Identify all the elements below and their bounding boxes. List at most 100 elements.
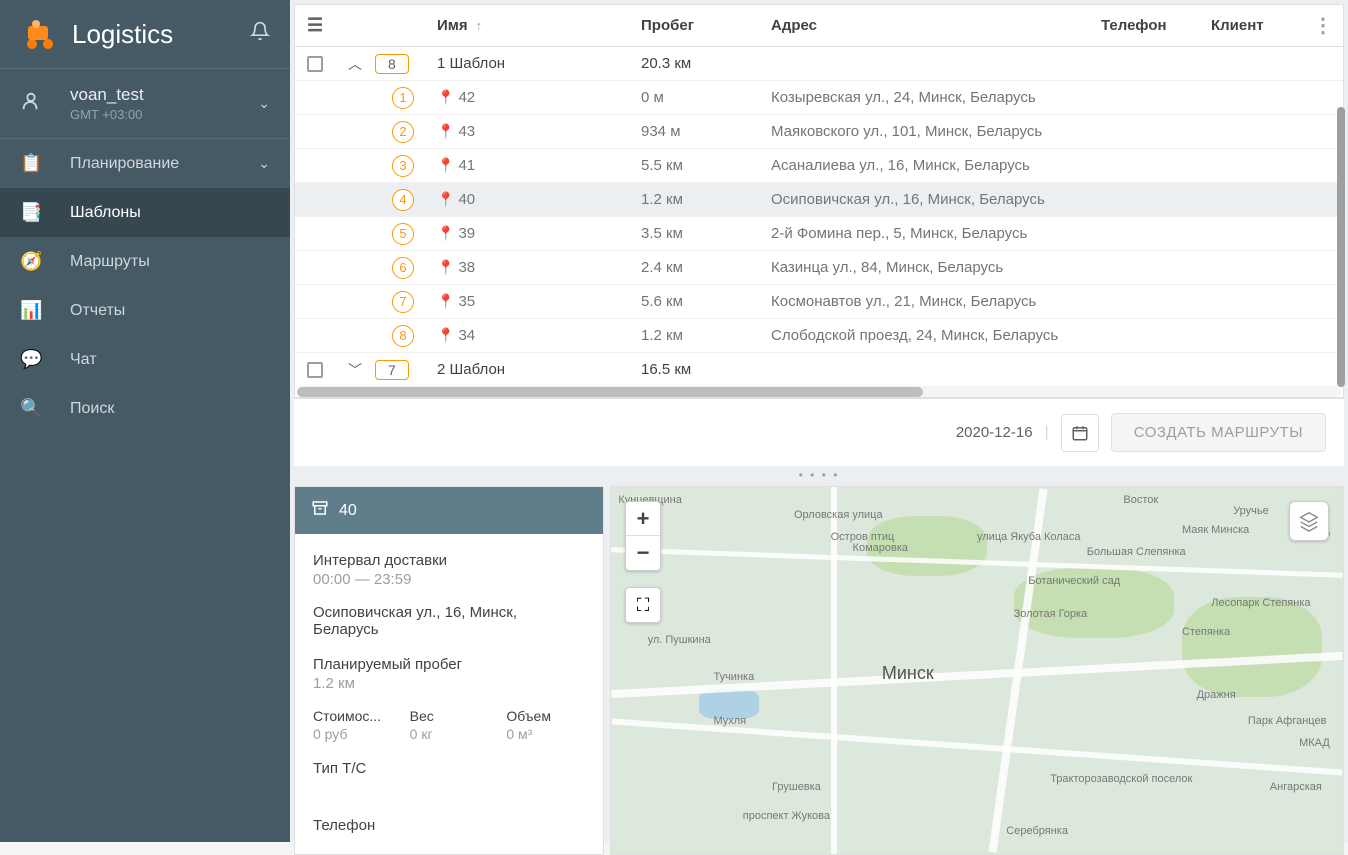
row-address: Асаналиева ул., 16, Минск, Беларусь — [771, 157, 1101, 174]
map-label: Серебрянка — [1006, 825, 1068, 837]
row-name: 📍41 — [431, 157, 641, 174]
row-name: 📍42 — [431, 89, 641, 106]
sidebar: Logistics voan_test GMT +03:00 ⌄ 📋 Плани… — [0, 0, 290, 842]
step-badge: 8 — [392, 325, 414, 347]
chevron-up-icon[interactable]: ︿ — [348, 56, 362, 72]
map-label: Парк Афганцев — [1248, 715, 1327, 727]
row-mileage: 3.5 км — [641, 225, 771, 242]
step-badge: 1 — [392, 87, 414, 109]
row-name: 📍43 — [431, 123, 641, 140]
weight-value: 0 кг — [410, 726, 489, 742]
map-label: Степянка — [1182, 626, 1230, 638]
header-name[interactable]: Имя↑ — [431, 17, 641, 34]
notifications-icon[interactable] — [250, 21, 270, 47]
volume-value: 0 м³ — [506, 726, 585, 742]
nav-templates[interactable]: 📑 Шаблоны — [0, 188, 290, 237]
pin-icon: 📍 — [437, 327, 454, 343]
table-row[interactable]: 3📍415.5 кмАсаналиева ул., 16, Минск, Бел… — [295, 149, 1343, 183]
checkbox[interactable] — [307, 56, 323, 72]
table-row[interactable]: 1📍420 мКозыревская ул., 24, Минск, Белар… — [295, 81, 1343, 115]
row-mileage: 934 м — [641, 123, 771, 140]
row-mileage: 5.5 км — [641, 157, 771, 174]
table-row[interactable]: 4📍401.2 кмОсиповичская ул., 16, Минск, Б… — [295, 183, 1343, 217]
table-row[interactable]: 5📍393.5 км2-й Фомина пер., 5, Минск, Бел… — [295, 217, 1343, 251]
pin-icon: 📍 — [437, 293, 454, 309]
header-address[interactable]: Адрес — [771, 17, 1101, 34]
step-badge: 5 — [392, 223, 414, 245]
group-row[interactable]: ︿81 Шаблон20.3 км — [295, 47, 1343, 81]
map-label: Ботанический сад — [1028, 575, 1120, 587]
table-row[interactable]: 7📍355.6 кмКосмонавтов ул., 21, Минск, Бе… — [295, 285, 1343, 319]
group-row[interactable]: ﹀72 Шаблон16.5 км — [295, 353, 1343, 387]
resize-grip[interactable]: • • • • — [290, 468, 1348, 482]
app-logo-icon — [20, 16, 56, 52]
table-row[interactable]: 8📍341.2 кмСлободской проезд, 24, Минск, … — [295, 319, 1343, 353]
chevron-down-icon[interactable]: ﹀ — [348, 362, 362, 378]
horizontal-scrollbar[interactable] — [297, 387, 1341, 397]
more-icon[interactable]: ⋮ — [1303, 13, 1343, 38]
map-label: МКАД — [1299, 737, 1330, 749]
create-routes-button[interactable]: СОЗДАТЬ МАРШРУТЫ — [1111, 413, 1326, 452]
cost-value: 0 руб — [313, 726, 392, 742]
count-badge: 8 — [375, 54, 409, 74]
map-label: проспект Жукова — [743, 810, 830, 822]
route-icon: 🧭 — [20, 251, 52, 272]
chevron-down-icon: ⌄ — [258, 155, 270, 172]
user-block[interactable]: voan_test GMT +03:00 ⌄ — [0, 68, 290, 139]
pin-icon: 📍 — [437, 157, 454, 173]
layers-button[interactable] — [1289, 501, 1329, 541]
map[interactable]: Минск КунцевщинаОрловская улицаКомаровка… — [610, 486, 1344, 855]
list-icon[interactable]: ☰ — [295, 15, 335, 36]
header-phone[interactable]: Телефон — [1101, 17, 1211, 34]
step-badge: 4 — [392, 189, 414, 211]
group-mileage: 20.3 км — [641, 55, 771, 72]
map-label: улица Якуба Коласа — [977, 531, 1080, 543]
row-address: Козыревская ул., 24, Минск, Беларусь — [771, 89, 1101, 106]
row-address: Маяковского ул., 101, Минск, Беларусь — [771, 123, 1101, 140]
sort-asc-icon: ↑ — [476, 18, 483, 33]
nav: 📋 Планирование ⌄ 📑 Шаблоны 🧭 Маршруты 📊 … — [0, 139, 290, 433]
table-header: ☰ Имя↑ Пробег Адрес Телефон Клиент ⋮ — [295, 5, 1343, 47]
vehicle-label: Тип Т/С — [313, 760, 585, 777]
nav-planning[interactable]: 📋 Планирование ⌄ — [0, 139, 290, 188]
map-label: Грушевка — [772, 781, 821, 793]
nav-search[interactable]: 🔍 Поиск — [0, 384, 290, 433]
calendar-button[interactable] — [1061, 414, 1099, 452]
detail-address: Осиповичская ул., 16, Минск, Беларусь — [313, 604, 585, 638]
map-label: Восток — [1123, 494, 1158, 506]
zoom-control: + − — [625, 501, 661, 571]
map-label: Тракторозаводской поселок — [1050, 773, 1192, 785]
cost-label: Стоимос... — [313, 708, 392, 724]
nav-chat[interactable]: 💬 Чат — [0, 335, 290, 384]
row-mileage: 5.6 км — [641, 293, 771, 310]
zoom-out-button[interactable]: − — [626, 536, 660, 570]
chat-icon: 💬 — [20, 349, 52, 370]
chevron-down-icon: ⌄ — [258, 95, 270, 112]
group-mileage: 16.5 км — [641, 361, 771, 378]
weight-label: Вес — [410, 708, 489, 724]
map-label: Лесопарк Степянка — [1211, 597, 1310, 609]
group-name: 2 Шаблон — [431, 361, 641, 378]
nav-reports[interactable]: 📊 Отчеты — [0, 286, 290, 335]
zoom-in-button[interactable]: + — [626, 502, 660, 536]
bottom-panels: 40 Интервал доставки 00:00 — 23:59 Осипо… — [294, 486, 1344, 855]
nav-routes[interactable]: 🧭 Маршруты — [0, 237, 290, 286]
pin-icon: 📍 — [437, 123, 454, 139]
row-address: Осиповичская ул., 16, Минск, Беларусь — [771, 191, 1101, 208]
fullscreen-button[interactable]: ⛶ — [625, 587, 661, 623]
phone-label: Телефон — [313, 817, 585, 834]
checkbox[interactable] — [307, 362, 323, 378]
header-client[interactable]: Клиент — [1211, 17, 1303, 34]
detail-title: 40 — [339, 502, 357, 520]
archive-icon — [311, 499, 329, 522]
search-icon: 🔍 — [20, 398, 52, 419]
pin-icon: 📍 — [437, 259, 454, 275]
vertical-scrollbar[interactable] — [1337, 47, 1345, 387]
map-label: Орловская улица — [794, 509, 883, 521]
map-label: Маяк Минска — [1182, 524, 1249, 536]
header-mileage[interactable]: Пробег — [641, 17, 771, 34]
row-mileage: 1.2 км — [641, 191, 771, 208]
main: ☰ Имя↑ Пробег Адрес Телефон Клиент ⋮ ︿ 8 1… — [290, 0, 1348, 842]
table-row[interactable]: 6📍382.4 кмКазинца ул., 84, Минск, Белару… — [295, 251, 1343, 285]
table-row[interactable]: 2📍43934 мМаяковского ул., 101, Минск, Бе… — [295, 115, 1343, 149]
